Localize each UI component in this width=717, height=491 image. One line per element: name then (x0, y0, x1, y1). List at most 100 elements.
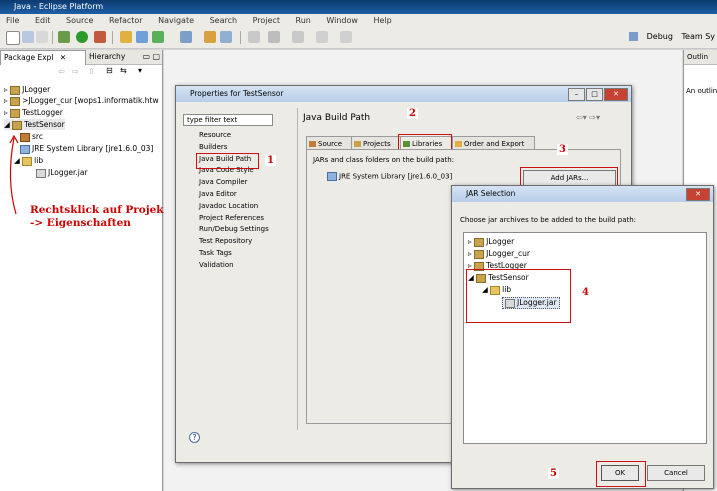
expand-icon[interactable]: ▹ (468, 237, 472, 246)
debug-icon[interactable] (58, 31, 70, 43)
tree-item-testsensor[interactable]: ◢ TestSensor (4, 119, 65, 130)
nav-item-label: Resource (199, 131, 232, 139)
jar-tree-item-jlogger[interactable]: ▹ JLogger (468, 237, 514, 247)
collapse-icon[interactable]: ◢ (4, 120, 10, 129)
nav-item-java-compiler[interactable]: Java Compiler (183, 177, 295, 189)
expand-icon[interactable]: ▹ (4, 85, 8, 94)
project-icon (10, 108, 21, 118)
menu-navigate[interactable]: Navigate (158, 16, 194, 25)
tab-package-explorer-label: Package Expl (4, 53, 54, 62)
forward-arrow-icon[interactable]: ⇨ (72, 67, 79, 76)
close-icon[interactable]: ✕ (604, 88, 628, 101)
perspective-team[interactable]: Team Sy (682, 32, 716, 41)
nav-item-validation[interactable]: Validation (183, 260, 295, 272)
toolbar-separator (240, 31, 241, 44)
open-type-icon[interactable] (180, 31, 192, 43)
package-explorer-toolbar: ⇦ ⇨ ⇧ ⊟ ⇆ ▾ (0, 65, 162, 79)
search-icon[interactable] (220, 31, 232, 43)
up-arrow-icon[interactable]: ⇧ (88, 67, 95, 76)
nav-item-task-tags[interactable]: Task Tags (183, 248, 295, 260)
run-icon[interactable] (76, 31, 88, 43)
source-icon (309, 141, 316, 147)
dialog-sash[interactable] (297, 108, 298, 430)
menu-edit[interactable]: Edit (35, 16, 51, 25)
minimize-icon[interactable]: ▭ (142, 50, 150, 64)
minimize-icon[interactable]: – (568, 88, 585, 101)
view-menu-icon[interactable]: ▾ (138, 66, 142, 75)
open-folder-icon[interactable] (204, 31, 216, 43)
forward-icon[interactable] (340, 31, 352, 43)
library-entry-jre[interactable]: JRE System Library [jre1.6.0_03] (327, 172, 452, 181)
tree-item-jlogger-cur[interactable]: ▹ >JLogger_cur [wops1.informatik.htw (4, 95, 159, 106)
tab-outline[interactable]: Outlin (684, 50, 717, 65)
open-perspective-icon[interactable] (629, 32, 639, 41)
filter-placeholder: type filter text (187, 116, 238, 124)
new-package-icon[interactable] (136, 31, 148, 43)
external-tools-icon[interactable] (94, 31, 106, 43)
expand-icon[interactable]: ▹ (468, 249, 472, 258)
maximize-icon[interactable]: ▢ (152, 50, 160, 64)
nav-item-resource[interactable]: Resource (183, 130, 295, 142)
nav-item-builders[interactable]: Builders (183, 142, 295, 154)
nav-item-java-editor[interactable]: Java Editor (183, 189, 295, 201)
back-arrow-icon[interactable]: ⇦▾ (576, 113, 587, 122)
menu-search[interactable]: Search (210, 16, 237, 25)
tree-item-jlogger-jar[interactable]: JLogger.jar (36, 167, 88, 178)
new-java-project-icon[interactable] (120, 31, 132, 43)
expand-icon[interactable]: ▹ (4, 108, 8, 117)
save-icon[interactable] (22, 31, 34, 43)
tab-hierarchy-label: Hierarchy (89, 52, 126, 61)
last-edit-icon[interactable] (292, 31, 304, 43)
property-page-list: Resource Builders Java Build Path Java C… (183, 130, 295, 272)
nav-item-project-references[interactable]: Project References (183, 213, 295, 225)
link-editor-icon[interactable]: ⇆ (120, 66, 127, 75)
menu-bar: File Edit Source Refactor Navigate Searc… (0, 14, 717, 27)
menu-help[interactable]: Help (374, 16, 392, 25)
properties-dialog-title: Properties for TestSensor (190, 89, 284, 98)
tree-item-jre-library[interactable]: JRE System Library [jre1.6.0_03] (20, 143, 153, 154)
close-icon[interactable]: ✕ (60, 53, 66, 62)
annotation-line-2: -> Eigenschaften (30, 217, 131, 229)
tab-package-explorer[interactable]: Package Expl ✕ (0, 50, 86, 65)
print-icon[interactable] (36, 31, 48, 43)
nav-item-javadoc-location[interactable]: Javadoc Location (183, 201, 295, 213)
highlight-step-1 (196, 153, 259, 169)
order-icon (455, 141, 462, 147)
menu-project[interactable]: Project (253, 16, 280, 25)
back-icon[interactable] (316, 31, 328, 43)
project-icon (10, 96, 21, 106)
tree-item-label: TestSensor (24, 120, 65, 129)
collapse-all-icon[interactable]: ⊟ (106, 66, 113, 75)
tab-hierarchy[interactable]: Hierarchy (86, 50, 148, 64)
nav-item-test-repository[interactable]: Test Repository (183, 236, 295, 248)
filter-input[interactable]: type filter text (183, 114, 273, 126)
cancel-button[interactable]: Cancel (647, 465, 705, 481)
menu-run[interactable]: Run (296, 16, 311, 25)
next-annotation-icon[interactable] (268, 31, 280, 43)
section-title: Java Build Path (303, 113, 371, 123)
expand-icon[interactable]: ▹ (4, 96, 8, 105)
menu-file[interactable]: File (6, 16, 19, 25)
forward-arrow-icon[interactable]: ⇨▾ (589, 113, 600, 122)
help-button[interactable]: ? (189, 432, 200, 443)
jar-selection-description: Choose jar archives to be added to the b… (460, 216, 637, 224)
jar-tree-item-jlogger-cur[interactable]: ▹ JLogger_cur (468, 249, 530, 259)
nav-item-label: Javadoc Location (199, 201, 259, 210)
tree-item-jlogger[interactable]: ▹ JLogger (4, 84, 50, 95)
new-class-icon[interactable] (152, 31, 164, 43)
toggle-mark-icon[interactable] (248, 31, 260, 43)
nav-item-run-debug-settings[interactable]: Run/Debug Settings (183, 224, 295, 236)
menu-refactor[interactable]: Refactor (109, 16, 143, 25)
tree-item-testlogger[interactable]: ▹ TestLogger (4, 107, 63, 118)
menu-source[interactable]: Source (66, 16, 93, 25)
perspective-debug[interactable]: Debug (647, 32, 673, 41)
maximize-icon[interactable]: □ (586, 88, 603, 101)
menu-window[interactable]: Window (326, 16, 358, 25)
tab-outline-label: Outlin (687, 53, 709, 61)
new-icon[interactable] (6, 31, 20, 45)
close-icon[interactable]: ✕ (686, 188, 710, 201)
jar-tree: ▹ JLogger ▹ JLogger_cur ▹ TestLogger ◢ T… (463, 232, 707, 444)
perspective-switcher: Debug Team Sy (623, 31, 715, 43)
nav-item-label: Java Compiler (199, 178, 248, 187)
back-arrow-icon[interactable]: ⇦ (58, 67, 65, 76)
